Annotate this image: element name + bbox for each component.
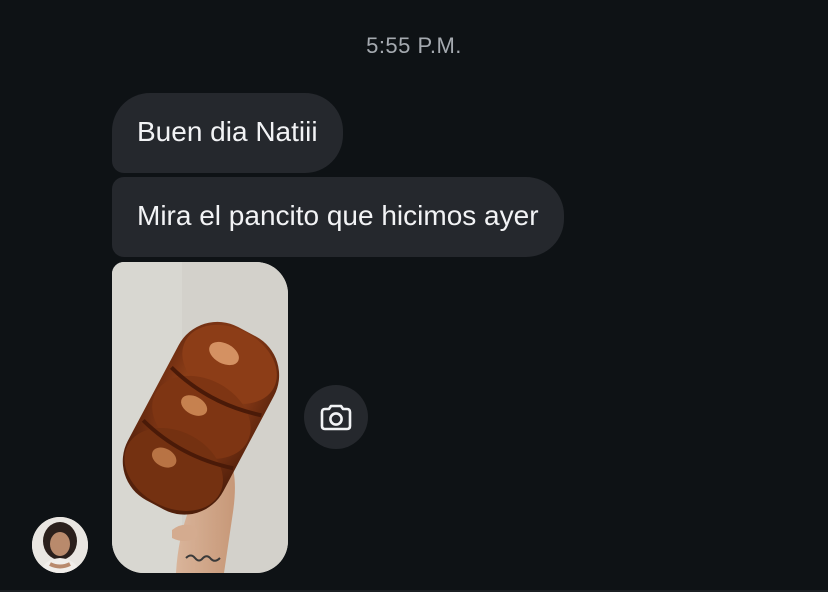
- message-text: Mira el pancito que hicimos ayer: [137, 200, 539, 231]
- shared-photo[interactable]: [112, 262, 288, 573]
- avatar-icon: [32, 517, 88, 573]
- camera-button[interactable]: [304, 385, 368, 449]
- message-bubble[interactable]: Mira el pancito que hicimos ayer: [112, 177, 564, 257]
- bread-loaf-photo: [112, 262, 288, 573]
- message-timestamp: 5:55 P.M.: [366, 33, 462, 58]
- message-bubble[interactable]: Buen dia Natiii: [112, 93, 343, 173]
- sender-avatar[interactable]: [32, 517, 88, 573]
- camera-icon: [320, 404, 352, 431]
- message-text: Buen dia Natiii: [137, 116, 318, 147]
